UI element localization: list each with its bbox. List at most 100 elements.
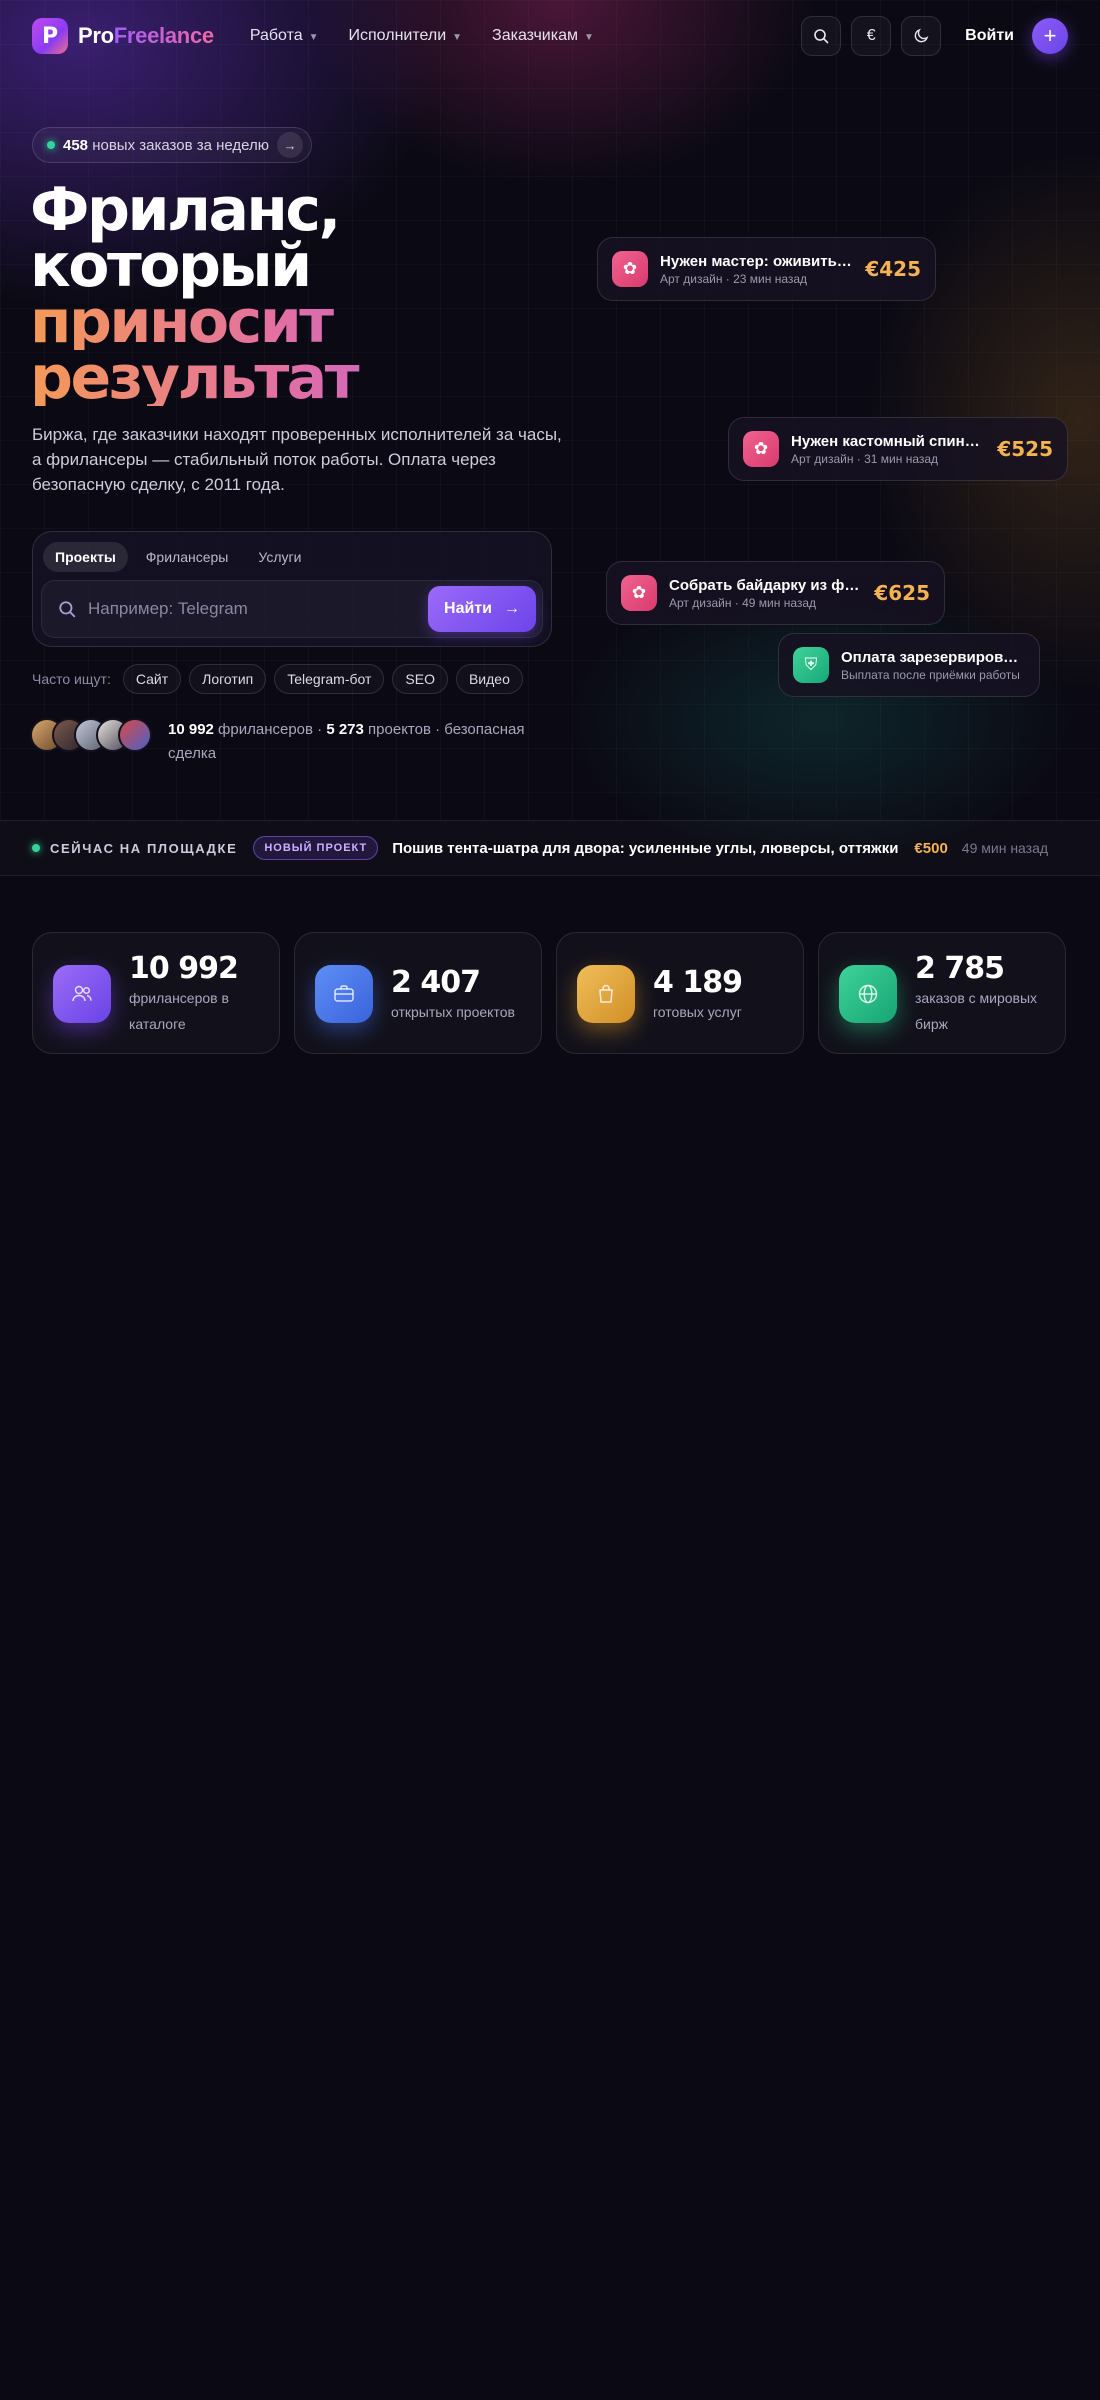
card-price: €425 (865, 257, 921, 281)
live-project-title[interactable]: Пошив тента-шатра для двора: усиленные у… (392, 840, 898, 857)
users-icon (53, 965, 111, 1023)
logo-text-part2: Freelance (113, 23, 214, 48)
popular-chip[interactable]: Сайт (122, 664, 182, 694)
floating-order-card[interactable]: ✿ Нужен кастомный спинни... Арт дизайн ·… (728, 417, 1068, 481)
hero-title-line-accent: приносит (30, 292, 590, 352)
search-submit-label: Найти (444, 600, 492, 617)
card-meta: Выплата после приёмки работы (841, 667, 1020, 682)
card-title: Оплата зарезервирована (841, 648, 1025, 666)
stats-row: 10 992 фрилансеров в каталоге 2 407 откр… (32, 932, 1068, 1054)
logo[interactable]: P ProFreelance (32, 18, 214, 54)
menu-item-freelancers[interactable]: Исполнители ▼ (349, 27, 463, 45)
menu-item-label: Заказчикам (492, 27, 578, 44)
social-proof: 10 992 фрилансеров · 5 273 проектов · бе… (30, 718, 548, 766)
chevron-down-icon: ▼ (308, 31, 319, 43)
palette-icon: ✿ (621, 575, 657, 611)
card-meta: Арт дизайн · 49 мин назад (669, 595, 817, 610)
theme-toggle-button[interactable] (901, 16, 942, 56)
tab-freelancers[interactable]: Фрилансеры (134, 542, 241, 572)
arrow-right-icon: → (503, 600, 520, 617)
currency-button[interactable]: € (851, 16, 892, 56)
arrow-right-icon: → (277, 132, 304, 158)
popular-label: Часто ищут: (32, 671, 111, 687)
card-text: Нужен мастер: оживить с... Арт дизайн · … (660, 253, 853, 286)
top-nav: P ProFreelance Работа ▼ Исполнители ▼ Зака… (32, 16, 1068, 56)
new-project-badge: НОВЫЙ ПРОЕКТ (253, 836, 379, 860)
new-orders-badge[interactable]: 458 новых заказов за неделю → (32, 127, 313, 163)
menu-item-label: Исполнители (348, 27, 447, 44)
stat-label: фрилансеров в каталоге (129, 990, 229, 1032)
live-project-time: 49 мин назад (961, 840, 1049, 856)
social-proof-text: 10 992 фрилансеров · 5 273 проектов · бе… (168, 718, 548, 766)
tab-projects[interactable]: Проекты (43, 542, 128, 572)
stat-label: открытых проектов (391, 1004, 515, 1020)
payment-reserved-card: ⛨ Оплата зарезервирована Выплата после п… (778, 633, 1040, 697)
freelancers-count: 10 992 (168, 721, 214, 738)
menu-item-clients[interactable]: Заказчикам ▼ (492, 27, 594, 45)
badge-text: 458 новых заказов за неделю (63, 137, 269, 154)
stat-label: готовых услуг (653, 1004, 742, 1020)
nav-actions: € Войти + (801, 16, 1068, 56)
hero-title-line: который (30, 231, 312, 301)
menu-item-work[interactable]: Работа ▼ (250, 27, 319, 45)
stat-value: 2 785 (915, 951, 1005, 986)
logo-mark: P (32, 18, 68, 54)
stat-card: 4 189 готовых услуг (556, 932, 804, 1054)
login-link[interactable]: Войти (965, 27, 1014, 45)
card-price: €525 (997, 437, 1053, 461)
live-label: СЕЙЧАС НА ПЛОЩАДКЕ (50, 840, 238, 856)
create-button[interactable]: + (1032, 18, 1068, 54)
globe-icon (839, 965, 897, 1023)
search-tabs: Проекты Фрилансеры Услуги (43, 542, 313, 572)
moon-icon (914, 28, 929, 43)
chevron-down-icon: ▼ (584, 31, 594, 43)
stat-value: 2 407 (391, 965, 481, 1000)
stat-card: 2 407 открытых проектов (294, 932, 542, 1054)
popular-chip[interactable]: Видео (455, 664, 523, 694)
shield-icon: ⛨ (793, 647, 829, 683)
popular-searches: Часто ищут: Сайт Логотип Telegram-бот SE… (32, 664, 523, 694)
badge-count: 458 (63, 136, 89, 154)
hero-title: Фриланс, который приносит результат (30, 175, 590, 408)
logo-text-part1: Pro (78, 23, 114, 48)
live-dot (32, 844, 40, 852)
tab-services[interactable]: Услуги (246, 542, 313, 572)
card-meta: Арт дизайн · 31 мин назад (791, 451, 939, 466)
card-text: Оплата зарезервирована Выплата после при… (841, 649, 1025, 682)
logo-text: ProFreelance (78, 23, 214, 49)
bag-icon (577, 965, 635, 1023)
search-icon (59, 601, 76, 618)
search-row: Найти → (41, 580, 543, 638)
stat-value: 4 189 (653, 965, 743, 1000)
hero-title-line-accent: результат (30, 348, 590, 408)
hero-lead: Биржа, где заказчики находят проверенных… (32, 425, 562, 494)
menu-item-label: Работа (249, 27, 303, 44)
palette-icon: ✿ (612, 251, 648, 287)
search-submit-button[interactable]: Найти → (428, 586, 536, 632)
stat-card: 10 992 фрилансеров в каталоге (32, 932, 280, 1054)
briefcase-icon (315, 965, 373, 1023)
popular-chip[interactable]: Telegram-бот (274, 664, 385, 694)
popular-chip[interactable]: SEO (392, 664, 448, 694)
chevron-down-icon: ▼ (452, 31, 463, 43)
card-title: Нужен мастер: оживить с... (660, 252, 854, 270)
search-button[interactable] (801, 16, 842, 56)
stat-card: 2 785 заказов с мировых бирж (818, 932, 1066, 1054)
hero-title-line: Фриланс, (30, 175, 341, 245)
card-title: Нужен кастомный спинни... (791, 432, 986, 450)
card-meta: Арт дизайн · 23 мин назад (660, 271, 808, 286)
floating-order-card[interactable]: ✿ Собрать байдарку из фан... Арт дизайн … (606, 561, 945, 625)
main-menu: Работа ▼ Исполнители ▼ Заказчикам ▼ (250, 27, 594, 45)
floating-order-card[interactable]: ✿ Нужен мастер: оживить с... Арт дизайн … (597, 237, 936, 301)
search-icon (814, 29, 829, 44)
popular-chip[interactable]: Логотип (189, 664, 267, 694)
projects-count: 5 273 (326, 721, 364, 738)
search-panel: Проекты Фрилансеры Услуги Найти → (32, 531, 552, 647)
search-input[interactable] (88, 599, 428, 619)
card-price: €625 (874, 581, 930, 605)
card-title: Собрать байдарку из фан... (669, 576, 863, 594)
live-project-price: €500 (914, 839, 948, 857)
avatar (118, 718, 152, 752)
live-activity-strip: СЕЙЧАС НА ПЛОЩАДКЕ НОВЫЙ ПРОЕКТ Пошив те… (0, 820, 1100, 876)
stat-label: заказов с мировых бирж (915, 990, 1038, 1032)
